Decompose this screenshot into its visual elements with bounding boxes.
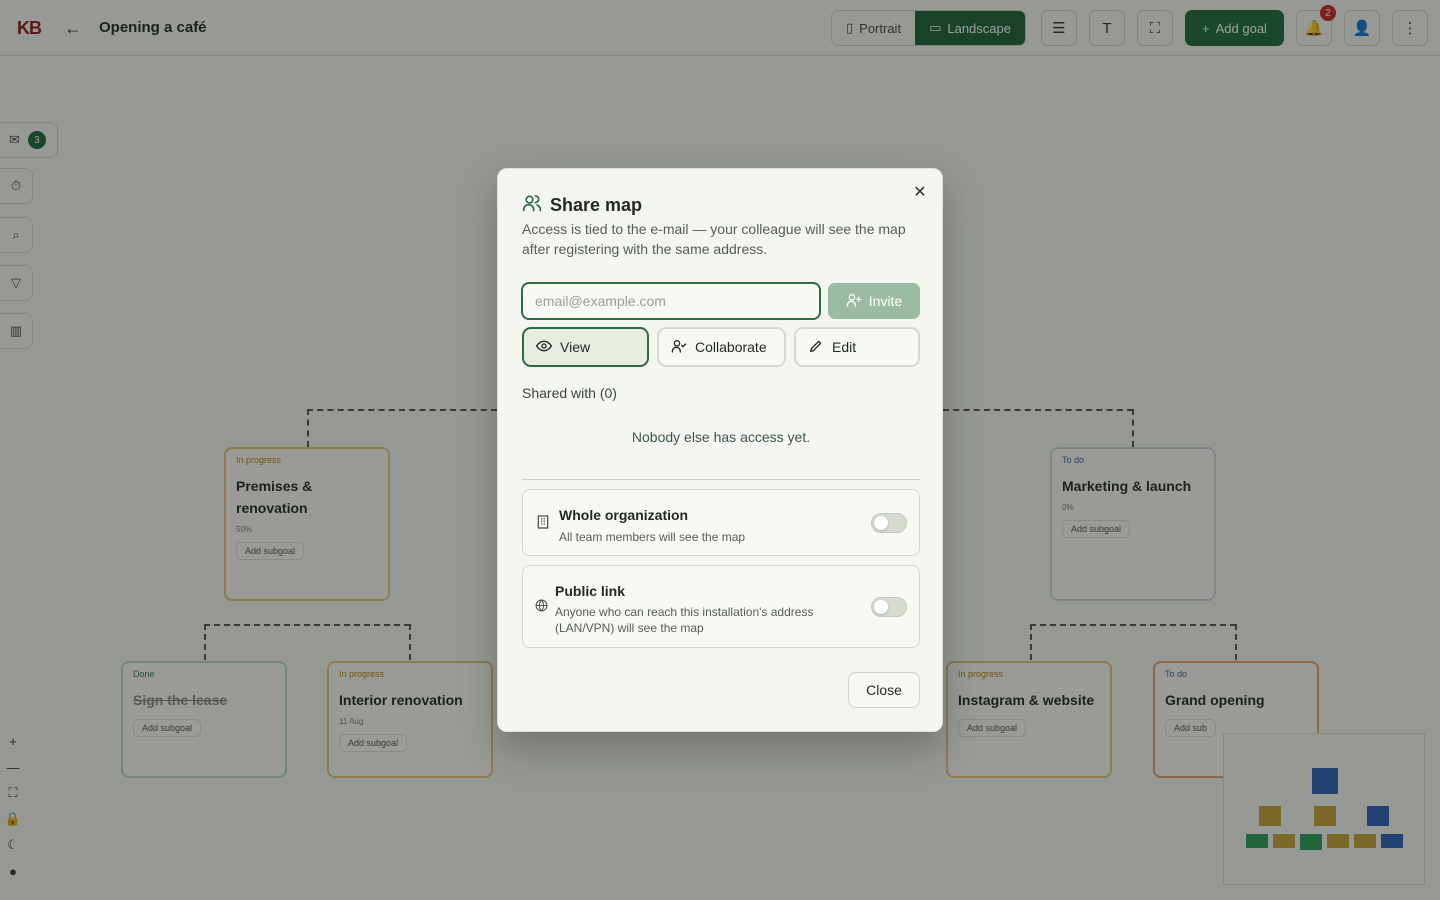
organization-toggle[interactable] [871,513,907,533]
pencil-icon [808,338,824,357]
public-link-toggle[interactable] [871,597,907,617]
empty-state-text: Nobody else has access yet. [631,429,811,445]
permission-view-button[interactable]: View [522,327,649,367]
option-title: Whole organization [559,507,689,523]
whole-organization-option: Whole organization All team members will… [522,489,920,556]
close-icon[interactable]: ✕ [912,184,928,201]
option-subtitle: All team members will see the map [559,530,746,544]
user-plus-icon [846,292,862,311]
dialog-description: Access is tied to the e-mail — your coll… [522,221,906,257]
globe-icon [535,599,548,615]
option-title: Public link [555,583,626,599]
dialog-header: Share map [522,193,642,218]
dialog-title: Share map [550,195,643,215]
permission-collaborate-button[interactable]: Collaborate [657,327,786,367]
shared-with-heading: Shared with (0) [522,385,617,401]
permission-edit-button[interactable]: Edit [794,327,920,367]
public-link-option: Public link Anyone who can reach this in… [522,565,920,648]
invite-button[interactable]: Invite [828,283,920,319]
eye-icon [535,338,553,357]
email-input[interactable] [521,282,821,320]
option-subtitle: Anyone who can reach this installation's… [555,605,814,635]
users-icon [522,193,542,218]
user-check-icon [671,338,687,357]
share-map-dialog: ✕ Share map Access is tied to the e-mail… [497,168,943,732]
building-icon [535,514,551,533]
divider [522,479,920,480]
close-button[interactable]: Close [848,672,920,708]
